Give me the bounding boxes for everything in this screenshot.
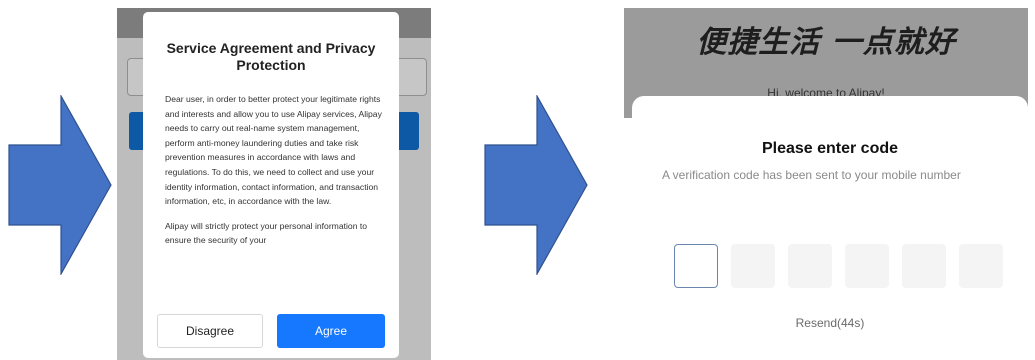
agreement-dialog: Service Agreement and Privacy Protection…	[143, 12, 399, 358]
slogan: 便捷生活 一点就好	[696, 25, 956, 60]
agreement-screen: Service Agreement and Privacy Protection…	[117, 8, 431, 360]
dialog-paragraph: Dear user, in order to better protect yo…	[165, 94, 382, 207]
code-digit-box[interactable]	[845, 244, 889, 288]
dialog-actions: Disagree Agree	[157, 314, 385, 348]
dialog-title: Service Agreement and Privacy Protection	[166, 40, 376, 73]
code-digit-box[interactable]	[959, 244, 1003, 288]
right-arrow-icon	[484, 95, 588, 275]
verification-screen: 便捷生活 一点就好 Hi, welcome to Alipay! Please …	[624, 8, 1028, 360]
resend-link[interactable]: Resend(44s)	[632, 316, 1028, 330]
sheet-title: Please enter code	[761, 140, 899, 157]
code-sheet: Please enter code A verification code ha…	[632, 96, 1028, 360]
agree-button[interactable]: Agree	[277, 314, 385, 348]
code-digit-box[interactable]	[731, 244, 775, 288]
dialog-paragraph: Alipay will strictly protect your person…	[165, 220, 368, 246]
sheet-subtitle: A verification code has been sent to you…	[662, 168, 961, 182]
code-digit-box[interactable]	[674, 244, 718, 288]
right-arrow-icon	[8, 95, 112, 275]
dialog-body[interactable]: Dear user, in order to better protect yo…	[165, 92, 385, 258]
code-digit-box[interactable]	[788, 244, 832, 288]
disagree-button[interactable]: Disagree	[157, 314, 263, 348]
code-digit-box[interactable]	[902, 244, 946, 288]
scroll-fade	[143, 274, 399, 310]
